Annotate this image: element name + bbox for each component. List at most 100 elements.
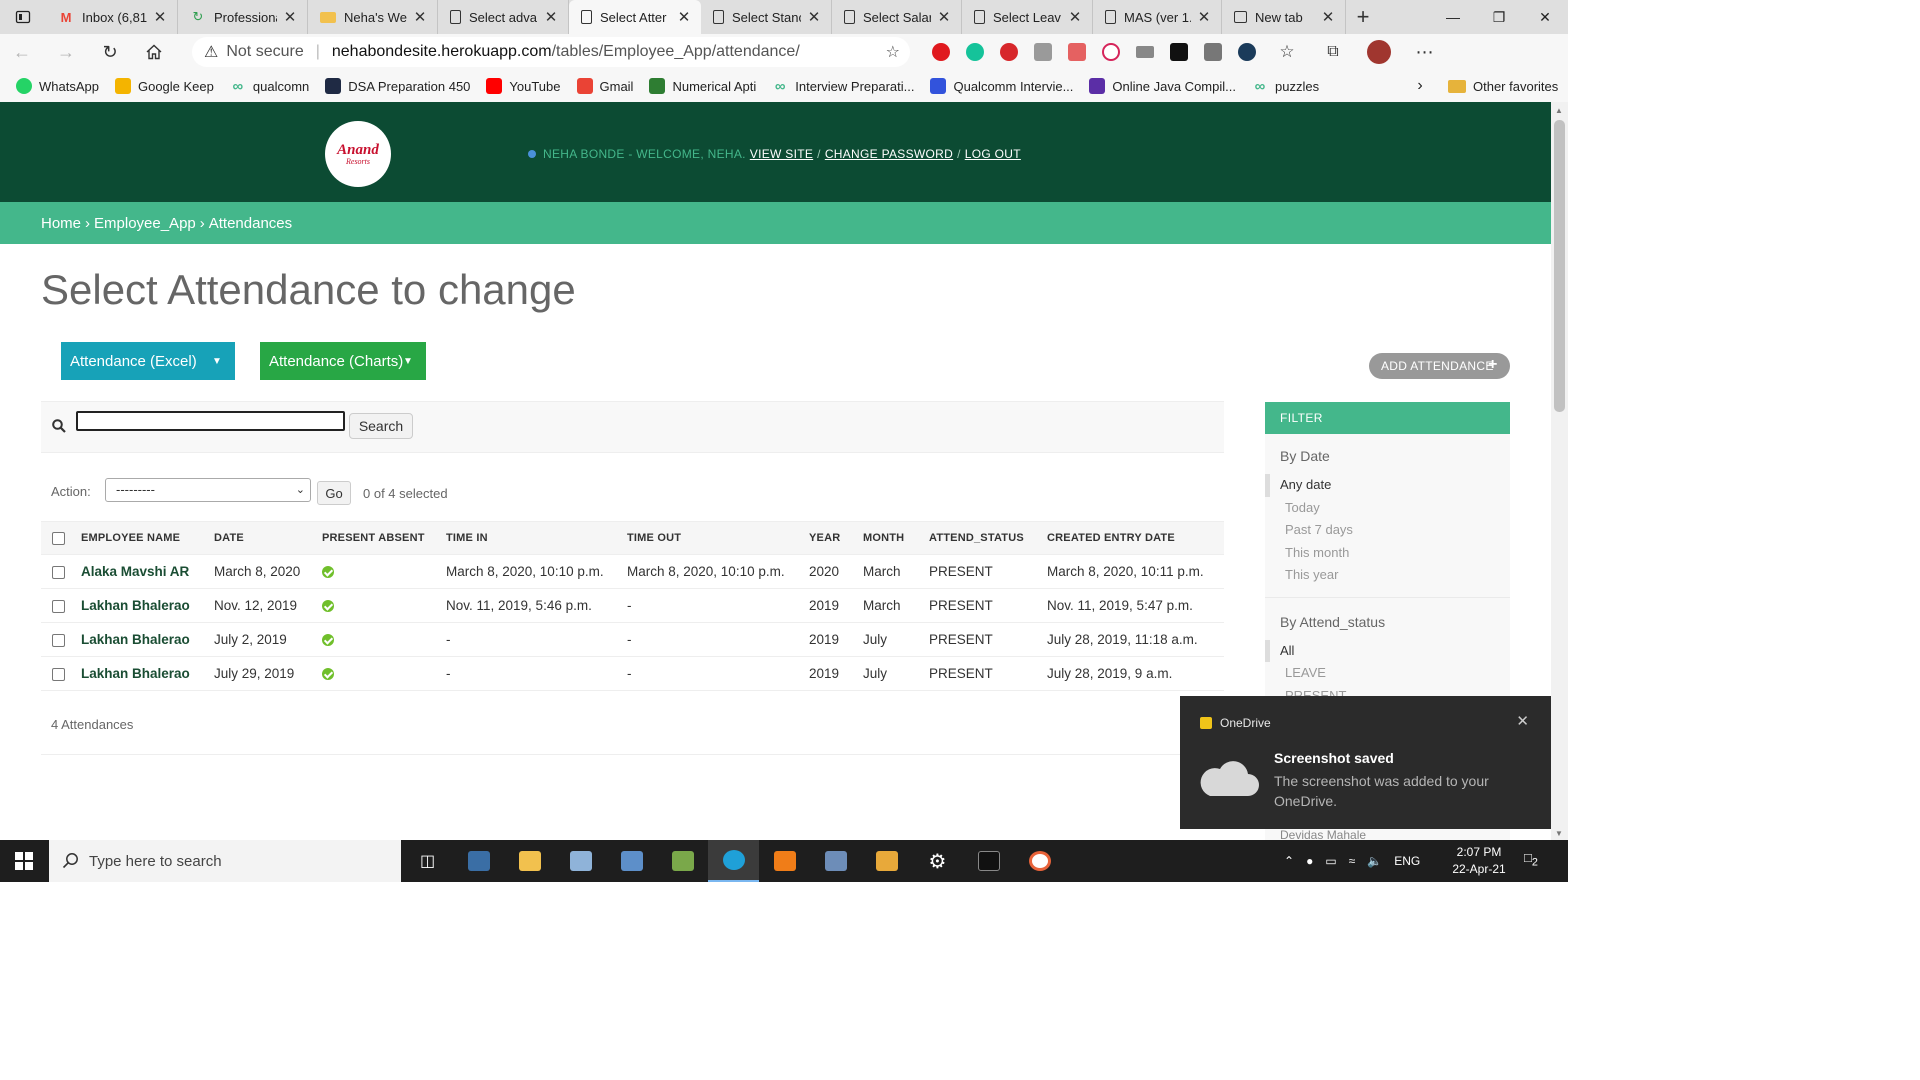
adblock-icon[interactable] [992,34,1026,70]
more-menu-icon[interactable]: ⋯ [1402,34,1448,70]
bookmark-item[interactable]: DSA Preparation 450 [325,78,470,94]
forward-button[interactable]: → [44,34,88,70]
close-tab-icon[interactable]: ✕ [675,8,693,26]
virtualbox-icon[interactable] [810,840,861,882]
camera-icon[interactable] [1026,34,1060,70]
browser-tab[interactable]: New tab ✕ [1222,0,1346,34]
column-header[interactable]: EMPLOYEE NAME [81,521,214,555]
close-tab-icon[interactable]: ✕ [151,8,169,26]
edge-browser-icon[interactable] [708,840,759,882]
bookmark-item[interactable]: ∞ puzzles [1252,78,1319,95]
bookmark-item[interactable]: Online Java Compil... [1089,78,1236,94]
scroll-down-icon[interactable]: ▼ [1555,829,1563,838]
filter-option[interactable]: LEAVE [1265,662,1510,685]
image-viewer-icon[interactable] [657,840,708,882]
bookmark-item[interactable]: Qualcomm Intervie... [930,78,1073,94]
collections-icon[interactable]: ⧉ [1310,34,1356,70]
file-explorer-icon[interactable] [504,840,555,882]
employee-name-link[interactable]: Alaka Mavshi AR [81,564,189,579]
stats-icon[interactable] [1128,34,1162,70]
restore-button[interactable]: ❐ [1476,0,1522,34]
row-checkbox[interactable] [52,667,65,681]
settings-gear-icon[interactable]: ⚙ [912,840,963,882]
filter-option[interactable]: All [1265,639,1510,662]
media-player-icon[interactable] [1014,840,1065,882]
column-header[interactable]: DATE [214,521,322,555]
scroll-thumb[interactable] [1554,120,1565,412]
wifi-icon[interactable]: ≈ [1349,854,1356,868]
profile-avatar[interactable] [1356,34,1402,70]
photos-icon[interactable] [555,840,606,882]
new-tab-button[interactable]: + [1346,0,1380,34]
search-button[interactable]: Search [349,413,413,439]
browser-tab[interactable]: M Inbox (6,81 ✕ [46,0,178,34]
scroll-up-icon[interactable]: ▲ [1555,106,1563,115]
close-tab-icon[interactable]: ✕ [542,8,560,26]
employee-name-link[interactable]: Lakhan Bhalerao [81,666,190,681]
filter-option[interactable]: Any date [1265,474,1510,497]
bookmark-item[interactable]: ∞ Interview Preparati... [772,78,915,95]
go-button[interactable]: Go [317,481,351,505]
back-button[interactable]: ← [0,34,44,70]
close-tab-icon[interactable]: ✕ [1195,8,1213,26]
play-circle-icon[interactable] [1094,34,1128,70]
change-password-link[interactable]: CHANGE PASSWORD [825,147,953,161]
extension-dark-icon[interactable] [1230,34,1264,70]
bookmark-item[interactable]: Google Keep [114,78,214,94]
site-logo[interactable]: Anand Resorts [325,121,391,187]
search-input[interactable] [76,411,345,431]
notification-center-icon[interactable]: □2 [1524,850,1538,869]
tab-actions-button[interactable] [0,0,46,34]
filter-option[interactable]: Today [1265,497,1510,520]
column-header[interactable]: MONTH [863,521,929,555]
browser-tab[interactable]: Select adva ✕ [438,0,569,34]
column-header[interactable]: CREATED ENTRY DATE [1047,521,1224,555]
grammarly-icon[interactable] [958,34,992,70]
row-checkbox[interactable] [52,633,65,647]
browser-tab[interactable]: Neha's Web✕ [308,0,438,34]
reader-icon[interactable] [1196,34,1230,70]
chevron-up-icon[interactable]: ⌃ [1284,854,1294,868]
monitor-app-icon[interactable] [606,840,657,882]
view-site-link[interactable]: VIEW SITE [750,147,813,161]
attendance-charts-button[interactable]: Attendance (Charts) ▼ [260,342,426,380]
column-header[interactable]: ATTEND_STATUS [929,521,1047,555]
bookmark-item[interactable]: ∞ qualcomn [230,78,310,95]
extension-puzzle-icon[interactable] [1060,34,1094,70]
add-attendance-button[interactable]: ADD ATTENDANCE + [1369,353,1510,379]
browser-tab[interactable]: MAS (ver 1. ✕ [1093,0,1222,34]
close-tab-icon[interactable]: ✕ [411,8,429,26]
taskbar-search-input[interactable]: Type here to search [49,840,401,882]
close-icon[interactable]: ✕ [1516,712,1529,730]
page-scrollbar[interactable]: ▲ ▼ [1551,102,1568,840]
filter-option[interactable]: This month [1265,542,1510,565]
close-window-button[interactable]: ✕ [1522,0,1568,34]
refresh-button[interactable]: ↻ [88,34,132,70]
volume-icon[interactable]: 🔈 [1367,854,1382,868]
browser-tab[interactable]: Select Atter ✕ [569,0,701,34]
select-all-checkbox[interactable] [52,531,65,545]
close-tab-icon[interactable]: ✕ [935,8,953,26]
language-indicator[interactable]: ENG [1394,854,1420,868]
browser-tab[interactable]: ↻ Professiona ✕ [178,0,308,34]
row-checkbox[interactable] [52,565,65,579]
close-tab-icon[interactable]: ✕ [1066,8,1084,26]
calculator-icon[interactable] [453,840,504,882]
taskbar-clock[interactable]: 2:07 PM 22-Apr-21 [1448,844,1510,878]
url-field[interactable]: ⚠ Not secure | nehabondesite.herokuapp.c… [192,37,910,67]
task-view-icon[interactable]: ◫ [402,840,453,882]
browser-tab[interactable]: Select Leav ✕ [962,0,1093,34]
other-favorites[interactable]: Other favorites [1448,70,1558,102]
column-header[interactable]: YEAR [809,521,863,555]
start-button[interactable] [0,840,48,882]
favorites-icon[interactable]: ☆ [1264,34,1310,70]
row-checkbox[interactable] [52,599,65,613]
employee-name-link[interactable]: Lakhan Bhalerao [81,632,190,647]
attendance-excel-button[interactable]: Attendance (Excel) ▼ [61,342,235,380]
column-header[interactable]: PRESENT ABSENT [322,521,446,555]
close-tab-icon[interactable]: ✕ [805,8,823,26]
bookmark-item[interactable]: WhatsApp [16,78,99,94]
tools-app-icon[interactable] [861,840,912,882]
battery-icon[interactable]: ▭ [1325,854,1336,868]
log-out-link[interactable]: LOG OUT [965,147,1021,161]
